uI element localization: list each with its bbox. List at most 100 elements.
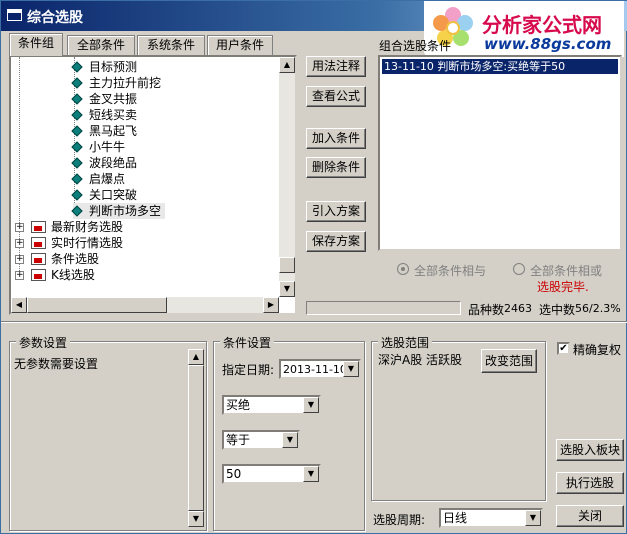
tree-item[interactable]: 小牛牛 — [71, 139, 126, 155]
tree-item-label: 金叉共振 — [89, 92, 138, 106]
scroll-up-icon[interactable]: ▲ — [279, 57, 295, 73]
precise-adjust-label: 精确复权 — [573, 343, 622, 357]
scroll-thumb[interactable] — [188, 365, 204, 511]
tree-group[interactable]: + 最新财务选股 — [15, 219, 123, 235]
usage-notes-button[interactable]: 用法注释 — [306, 56, 366, 77]
tab-user-conditions[interactable]: 用户条件 — [207, 35, 273, 55]
status-done: 选股完毕. — [537, 280, 589, 294]
chevron-down-icon[interactable]: ▼ — [303, 397, 319, 413]
combo-condition-list[interactable]: 13-11-10 判断市场多空:买绝等于50 — [378, 55, 622, 251]
tree-item[interactable]: 启爆点 — [71, 171, 125, 187]
formula-icon — [71, 77, 83, 89]
expand-icon[interactable]: + — [15, 223, 24, 232]
radio-all-or[interactable] — [513, 263, 525, 275]
range-group-title: 选股范围 — [378, 334, 433, 351]
chevron-down-icon[interactable]: ▼ — [282, 432, 298, 448]
date-value: 2013-11-10 — [283, 363, 347, 376]
tree-item-selected[interactable]: 判断市场多空 — [71, 203, 166, 219]
tree-item-label: 主力拉升前挖 — [89, 76, 162, 90]
tree-item-label: 黑马起飞 — [89, 124, 138, 138]
formula-icon — [71, 141, 83, 153]
tree-group-label: 实时行情选股 — [51, 236, 124, 250]
formula-icon — [71, 61, 83, 73]
tree-group[interactable]: + 条件选股 — [15, 251, 99, 267]
value-select-value: 50 — [226, 467, 242, 481]
tree-item-label: 判断市场多空 — [89, 204, 162, 218]
tree-item-label: 目标预测 — [89, 60, 138, 74]
tree-group-label: 条件选股 — [51, 252, 100, 266]
tree-item-label: 波段绝品 — [89, 156, 138, 170]
add-condition-button[interactable]: 加入条件 — [306, 128, 366, 149]
chevron-down-icon[interactable]: ▼ — [343, 361, 359, 377]
tab-system-conditions[interactable]: 系统条件 — [137, 35, 205, 55]
tab-all-conditions[interactable]: 全部条件 — [67, 35, 135, 55]
tree-item-label: 短线买卖 — [89, 108, 138, 122]
scroll-up-icon[interactable]: ▲ — [188, 349, 204, 365]
scroll-left-icon[interactable]: ◀ — [11, 297, 27, 313]
expand-icon[interactable]: + — [15, 239, 24, 248]
period-select[interactable]: 日线 ▼ — [439, 508, 543, 528]
formula-icon — [71, 189, 83, 201]
tree-item[interactable]: 短线买卖 — [71, 107, 138, 123]
stock-count-label: 品种数 — [468, 303, 505, 317]
tree-group-label: K线选股 — [51, 268, 95, 282]
scroll-right-icon[interactable]: ▶ — [263, 297, 279, 313]
radio-all-and[interactable] — [397, 263, 409, 275]
params-scrollbar[interactable]: ▲ ▼ — [188, 349, 204, 527]
tab-condition-group[interactable]: 条件组 — [9, 33, 63, 56]
save-scheme-button[interactable]: 保存方案 — [306, 231, 366, 252]
formula-icon — [71, 109, 83, 121]
range-text: 深沪A股 活跃股 — [378, 353, 463, 367]
precise-adjust-checkbox[interactable]: ✔ — [557, 342, 570, 355]
period-value: 日线 — [443, 511, 468, 525]
tree-hscrollbar[interactable]: ◀ ▶ — [11, 297, 279, 313]
scroll-down-icon[interactable]: ▼ — [279, 281, 295, 297]
add-to-board-button[interactable]: 选股入板块 — [556, 439, 624, 461]
list-item[interactable]: 13-11-10 判断市场多空:买绝等于50 — [382, 59, 618, 74]
tree-vscrollbar[interactable]: ▲ ▼ — [279, 57, 295, 297]
formula-icon — [71, 157, 83, 169]
scroll-thumb[interactable] — [279, 257, 295, 273]
window-title: 综合选股 — [27, 10, 83, 26]
radio-all-or-label: 全部条件相或 — [530, 264, 603, 278]
change-range-button[interactable]: 改变范围 — [481, 349, 537, 373]
scroll-thumb[interactable] — [27, 297, 167, 313]
delete-condition-button[interactable]: 删除条件 — [306, 157, 366, 178]
tree-group[interactable]: + 实时行情选股 — [15, 235, 123, 251]
close-button[interactable]: 关闭 — [556, 505, 624, 527]
tree-item[interactable]: 目标预测 — [71, 59, 138, 75]
value-select[interactable]: 50 ▼ — [222, 464, 321, 484]
combo-list-label: 组合选股条件 — [379, 39, 452, 53]
tree-item[interactable]: 关口突破 — [71, 187, 138, 203]
expand-icon[interactable]: + — [15, 255, 24, 264]
import-scheme-button[interactable]: 引入方案 — [306, 201, 366, 222]
folder-icon — [31, 253, 46, 265]
tree-item-label: 关口突破 — [89, 188, 138, 202]
view-formula-button[interactable]: 查看公式 — [306, 86, 366, 107]
execute-select-button[interactable]: 执行选股 — [556, 472, 624, 494]
tree-item[interactable]: 波段绝品 — [71, 155, 138, 171]
date-picker[interactable]: 2013-11-10 ▼ — [279, 359, 361, 379]
indicator-select[interactable]: 买绝 ▼ — [222, 395, 321, 415]
window-icon — [7, 9, 22, 21]
condition-tree[interactable]: 目标预测 主力拉升前挖 金叉共振 短线买卖 黑马起飞 小牛牛 波段绝品 启爆点 … — [9, 55, 297, 315]
logo-title: 分析家公式网 — [482, 13, 602, 37]
tree-item[interactable]: 金叉共振 — [71, 91, 138, 107]
scroll-down-icon[interactable]: ▼ — [188, 511, 204, 527]
chevron-down-icon[interactable]: ▼ — [525, 510, 541, 526]
tree-group-label: 最新财务选股 — [51, 220, 124, 234]
tree-item[interactable]: 黑马起飞 — [71, 123, 138, 139]
stock-count-value: 2463 — [504, 302, 532, 315]
formula-icon — [71, 93, 83, 105]
selected-count-value: 56/2.3% — [575, 302, 621, 315]
tree-item[interactable]: 主力拉升前挖 — [71, 75, 162, 91]
folder-icon — [31, 221, 46, 233]
operator-select[interactable]: 等于 ▼ — [222, 430, 300, 450]
formula-icon — [71, 205, 83, 217]
main-window: 综合选股 分析家公式网 www.88gs.com 条件组 全部条件 系统条件 用… — [0, 0, 627, 534]
chevron-down-icon[interactable]: ▼ — [303, 466, 319, 482]
folder-icon — [31, 237, 46, 249]
tree-item-label: 小牛牛 — [89, 140, 126, 154]
expand-icon[interactable]: + — [15, 271, 24, 280]
tree-group[interactable]: + K线选股 — [15, 267, 95, 283]
